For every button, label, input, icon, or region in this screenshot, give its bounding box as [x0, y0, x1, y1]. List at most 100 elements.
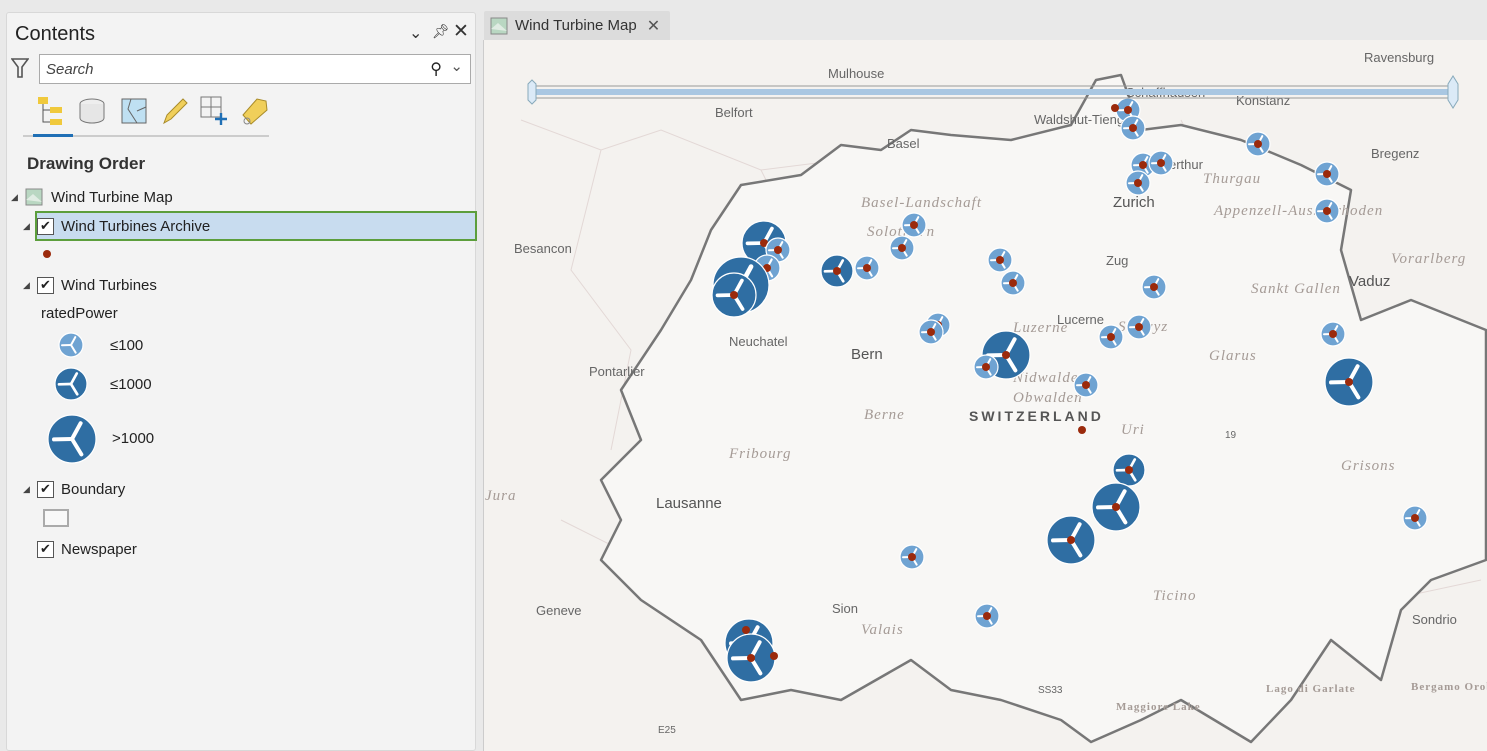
chevron-down-icon[interactable]: ⌄: [409, 23, 422, 43]
turbine-small-symbol-icon: [58, 332, 84, 358]
layer-newspaper[interactable]: ✔ Newspaper: [37, 536, 137, 562]
legend-class-label: ≤100: [110, 336, 144, 354]
map-label: Neuchatel: [729, 334, 788, 349]
turbine-symbol[interactable]: [987, 247, 1013, 273]
turbine-symbol[interactable]: [1126, 314, 1152, 340]
turbine-symbol[interactable]: [54, 367, 88, 401]
map-label: Grisons: [1341, 458, 1396, 474]
turbine-symbol[interactable]: [1098, 324, 1124, 350]
collapse-icon[interactable]: ◢: [23, 221, 37, 232]
layer-boundary[interactable]: ◢ ✔ Boundary: [23, 476, 125, 502]
map-label: Konstanz: [1236, 93, 1290, 108]
time-slider-end-handle[interactable]: [1447, 75, 1459, 109]
section-heading: Drawing Order: [27, 154, 146, 173]
search-icon[interactable]: ⚲: [430, 59, 442, 79]
pencil-icon[interactable]: [159, 95, 189, 127]
turbine-symbol[interactable]: [918, 319, 944, 345]
turbine-symbol[interactable]: [1125, 170, 1151, 196]
map-icon: [490, 17, 508, 34]
snapping-grid-icon[interactable]: [199, 95, 229, 127]
map-label: 19: [1225, 430, 1237, 441]
map-view[interactable]: MulhouseBelfortBaselWaldshut-TiengenScha…: [483, 40, 1487, 751]
turbine-symbol[interactable]: [1402, 505, 1428, 531]
map-label: Luzerne: [1012, 320, 1068, 336]
map-label: Sondrio: [1412, 612, 1457, 627]
layer-wind-turbines-archive[interactable]: ◢ ✔ Wind Turbines Archive: [23, 213, 210, 239]
turbine-symbol[interactable]: [1000, 270, 1026, 296]
map-icon: [25, 188, 43, 206]
turbine-symbol[interactable]: [1245, 131, 1271, 157]
search-options-chevron-icon[interactable]: ⌄: [450, 57, 463, 75]
visibility-checkbox[interactable]: ✔: [37, 540, 54, 558]
turbine-symbol[interactable]: [726, 633, 776, 683]
map-label: Vorarlberg: [1391, 251, 1466, 267]
map-label: Bergamo Orobie Park: [1411, 681, 1487, 693]
turbine-medium-symbol-icon: [54, 367, 88, 401]
map-label: Zurich: [1113, 194, 1155, 211]
pane-title: Contents: [15, 23, 96, 45]
map-label: Vaduz: [1349, 273, 1390, 290]
layer-wind-turbines[interactable]: ◢ ✔ Wind Turbines: [23, 272, 157, 298]
archive-point[interactable]: [742, 626, 750, 634]
turbine-symbol[interactable]: [1148, 150, 1174, 176]
selection-map-icon[interactable]: [119, 95, 149, 127]
turbine-symbol[interactable]: [854, 255, 880, 281]
turbine-symbol[interactable]: [899, 544, 925, 570]
legend-field-name: ratedPower: [41, 304, 118, 322]
pin-icon[interactable]: 📌︎: [432, 23, 450, 40]
archive-point[interactable]: [1111, 104, 1119, 112]
turbine-symbol[interactable]: [1091, 482, 1141, 532]
layer-label: Wind Turbines: [61, 276, 157, 294]
map-label: Sion: [832, 601, 858, 616]
collapse-icon[interactable]: ◢: [23, 484, 37, 495]
tab-label: Wind Turbine Map: [515, 17, 637, 34]
visibility-checkbox[interactable]: ✔: [37, 217, 54, 235]
turbine-symbol[interactable]: [58, 332, 84, 358]
map-label: Geneve: [536, 603, 582, 618]
turbine-symbol[interactable]: [974, 603, 1000, 629]
turbine-symbol[interactable]: [1320, 321, 1346, 347]
map-label: Pontarlier: [589, 364, 645, 379]
filter-icon[interactable]: [10, 57, 30, 84]
close-tab-icon[interactable]: ✕: [647, 16, 660, 36]
turbine-symbol[interactable]: [1314, 198, 1340, 224]
visibility-checkbox[interactable]: ✔: [37, 276, 54, 294]
turbine-symbol[interactable]: [889, 235, 915, 261]
turbine-symbol[interactable]: [1120, 115, 1146, 141]
map-label: SWITZERLAND: [969, 408, 1104, 424]
search-input[interactable]: [40, 55, 410, 83]
map-label: Thurgau: [1203, 171, 1261, 187]
map-label: SS33: [1038, 685, 1063, 696]
contents-pane: Contents ⌄ 📌︎ ✕ ⚲ ⌄ Drawing Order ◢ Wind…: [6, 12, 477, 751]
map-item[interactable]: ◢ Wind Turbine Map: [11, 184, 173, 210]
turbine-symbol[interactable]: [1112, 453, 1146, 487]
label-tag-icon[interactable]: [239, 95, 269, 127]
archive-point[interactable]: [770, 652, 778, 660]
collapse-icon[interactable]: ◢: [23, 280, 37, 291]
time-slider-start-handle[interactable]: [527, 79, 537, 105]
turbine-symbol[interactable]: [1073, 372, 1099, 398]
turbine-symbol[interactable]: [47, 414, 97, 464]
turbine-symbol[interactable]: [973, 354, 999, 380]
map-label: Lago di Garlate: [1266, 683, 1356, 695]
turbine-symbol[interactable]: [820, 254, 854, 288]
turbine-symbol[interactable]: [1324, 357, 1374, 407]
archive-point[interactable]: [1078, 426, 1086, 434]
time-slider[interactable]: [527, 75, 1459, 109]
turbine-symbol[interactable]: [1046, 515, 1096, 565]
map-label: Berne: [864, 407, 905, 423]
visibility-checkbox[interactable]: ✔: [37, 480, 54, 498]
map-label: Besancon: [514, 241, 572, 256]
map-label: Basel-Landschaft: [861, 195, 982, 211]
turbine-symbol[interactable]: [901, 212, 927, 238]
map-label: Fribourg: [728, 446, 791, 462]
database-icon[interactable]: [77, 95, 107, 127]
turbine-symbol[interactable]: [1314, 161, 1340, 187]
map-label: Basel: [887, 136, 920, 151]
close-icon[interactable]: ✕: [453, 20, 469, 43]
tab-wind-turbine-map[interactable]: Wind Turbine Map ✕: [484, 11, 670, 40]
turbine-symbol[interactable]: [1141, 274, 1167, 300]
turbine-symbol[interactable]: [711, 272, 757, 318]
drawing-order-icon[interactable]: [35, 95, 65, 127]
collapse-icon[interactable]: ◢: [11, 192, 25, 203]
